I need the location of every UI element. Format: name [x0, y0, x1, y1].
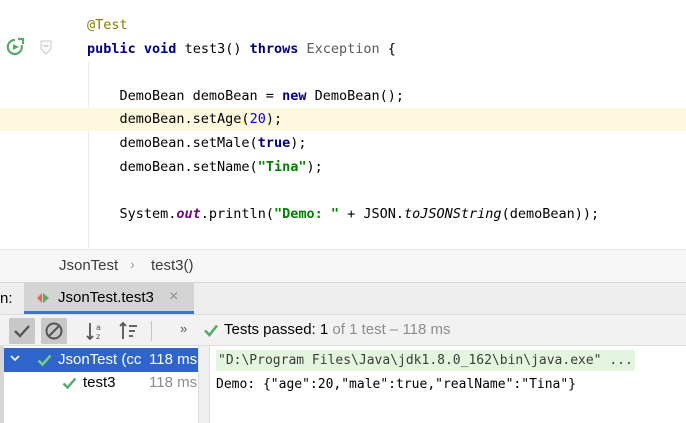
- code-token: );: [306, 158, 323, 175]
- show-passed-button[interactable]: [9, 318, 35, 344]
- close-icon[interactable]: ×: [169, 288, 178, 306]
- more-actions-icon[interactable]: »: [180, 321, 187, 336]
- passed-check-icon: [37, 354, 52, 367]
- breadcrumb-separator-icon: ›: [130, 256, 135, 272]
- code-token: toJSONString: [404, 205, 502, 222]
- code-token: demoBean.setName(: [87, 158, 258, 175]
- code-token: throws: [249, 40, 299, 57]
- code-line[interactable]: @Test: [75, 14, 686, 37]
- run-tab-bar: n: JsonTest.test3 ×: [0, 282, 686, 314]
- code-token: 20: [249, 111, 266, 128]
- code-line[interactable]: [75, 179, 686, 202]
- checkmark-icon: [14, 325, 30, 338]
- run-config-tab[interactable]: JsonTest.test3 ×: [24, 283, 194, 314]
- ignored-icon: [45, 322, 63, 340]
- breadcrumb-class[interactable]: JsonTest: [59, 257, 118, 274]
- show-ignored-button[interactable]: [41, 318, 67, 344]
- code-token: .println(: [200, 205, 274, 222]
- fold-marker-icon[interactable]: [39, 40, 53, 56]
- run-tab-label: JsonTest.test3: [58, 289, 154, 306]
- test-status-text: Tests passed: 1 of 1 test – 118 ms: [224, 321, 451, 338]
- passed-check-icon: [62, 377, 77, 390]
- tests-passed-icon: [204, 324, 219, 337]
- code-token: );: [265, 111, 283, 128]
- code-area[interactable]: @Test public void test3() throws Exceptio…: [0, 0, 686, 249]
- console-output-line: Demo: {"age":20,"male":true,"realName":"…: [216, 377, 577, 392]
- run-panel-label: n:: [0, 290, 13, 307]
- sort-alphabetically-button[interactable]: a z: [84, 318, 110, 344]
- run-toolbar: a z » Tests passed: 1 of 1 test – 118 ms: [0, 314, 686, 346]
- breadcrumb-method[interactable]: test3(): [151, 257, 194, 274]
- code-token: demoBean.setAge(: [87, 111, 250, 128]
- code-line[interactable]: [75, 61, 686, 84]
- code-line[interactable]: demoBean.setName("Tina");: [75, 156, 686, 179]
- code-token: System.: [87, 205, 177, 222]
- code-token: "Tina": [257, 158, 307, 175]
- code-token: "Demo: ": [273, 205, 339, 222]
- code-token: true: [257, 135, 291, 151]
- tree-row-label: JsonTest (cc: [58, 351, 142, 368]
- code-line[interactable]: public void test3() throws Exception {: [75, 38, 686, 61]
- code-token: Exception: [306, 40, 380, 57]
- console-output[interactable]: "D:\Program Files\Java\jdk1.8.0_162\bin\…: [210, 346, 686, 423]
- code-token: DemoBean();: [306, 87, 405, 104]
- code-token: out: [176, 205, 201, 222]
- toolbar-divider: [151, 321, 152, 341]
- test-config-icon: [37, 293, 49, 303]
- code-token: public: [87, 40, 136, 57]
- code-line[interactable]: DemoBean demoBean = new DemoBean();: [75, 85, 686, 108]
- code-token: {: [379, 40, 396, 57]
- code-line[interactable]: demoBean.setMale(true);: [75, 132, 686, 155]
- code-token: DemoBean demoBean =: [87, 87, 283, 104]
- code-token: );: [290, 135, 307, 151]
- tree-row-test3[interactable]: test3 118 ms: [4, 372, 198, 394]
- test-tree: JsonTest (cc 118 ms test3 118 ms: [0, 346, 198, 423]
- code-line[interactable]: System.out.println("Demo: " + JSON.toJSO…: [75, 203, 686, 226]
- code-token: demoBean.setMale(: [87, 135, 258, 151]
- status-count: 1: [319, 321, 329, 338]
- chevron-down-icon[interactable]: [9, 352, 21, 364]
- sort-alpha-icon: a z: [86, 323, 101, 341]
- console-command-line[interactable]: "D:\Program Files\Java\jdk1.8.0_162\bin\…: [216, 350, 635, 371]
- code-editor[interactable]: @Test public void test3() throws Exceptio…: [0, 0, 686, 249]
- status-prefix: Tests passed:: [224, 321, 320, 338]
- code-token: @Test: [87, 17, 128, 33]
- run-test-icon[interactable]: [4, 37, 26, 57]
- sort-by-duration-button[interactable]: [117, 318, 143, 344]
- code-line[interactable]: demoBean.setAge(20);: [0, 108, 686, 132]
- sort-duration-icon: [119, 321, 137, 339]
- tree-row-label: test3: [83, 374, 116, 391]
- code-token: void: [143, 40, 177, 57]
- breadcrumb: JsonTest › test3(): [0, 249, 686, 282]
- splitter-handle[interactable]: [198, 346, 210, 423]
- svg-text:a: a: [96, 323, 101, 332]
- status-suffix: of 1 test – 118 ms: [328, 321, 451, 338]
- code-token: (demoBean));: [501, 205, 600, 222]
- tree-row-jsontest[interactable]: JsonTest (cc 118 ms: [4, 348, 198, 372]
- tree-row-duration: 118 ms: [149, 374, 198, 391]
- code-token: test3(): [176, 40, 250, 57]
- code-token: new: [282, 87, 307, 104]
- tree-row-duration: 118 ms: [149, 351, 198, 368]
- code-token: + JSON.: [338, 205, 405, 222]
- svg-text:z: z: [96, 332, 100, 341]
